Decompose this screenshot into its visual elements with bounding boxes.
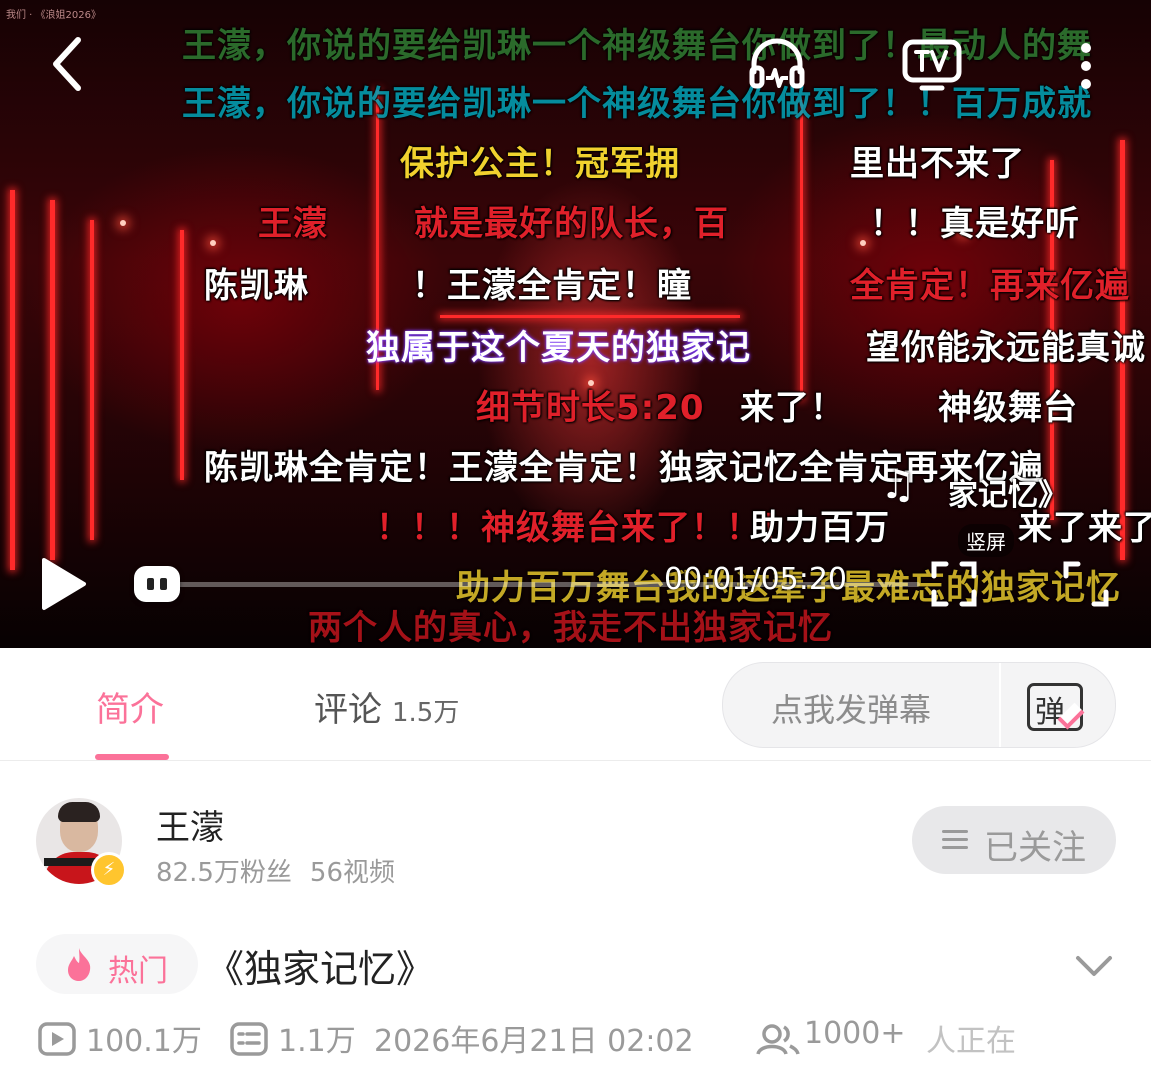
comments-count: 1.5万 (392, 698, 460, 728)
expand-button[interactable] (1072, 948, 1116, 984)
progress-thumb[interactable] (134, 566, 180, 602)
menu-icon (942, 830, 968, 850)
tab-intro[interactable]: 简介 (96, 682, 164, 731)
uploader-name[interactable]: 王濛 (156, 800, 224, 849)
danmaku-comment: 就是最好的队长，百 (414, 204, 729, 244)
stage-neon-left-1 (10, 190, 15, 570)
avatar-hair (58, 802, 100, 822)
play-count-icon (38, 1022, 76, 1056)
tab-bar: 简介 评论 1.5万 点我发弹幕 弹 (0, 648, 1151, 761)
videos-count: 56视频 (309, 858, 395, 888)
video-source-label: 我们 · 《浪姐2026》 (6, 10, 101, 21)
danmaku-count-icon (230, 1022, 268, 1056)
stage-light (120, 220, 126, 226)
divider (999, 663, 1001, 747)
stage-arch (440, 315, 740, 318)
fans-count: 82.5万粉丝 (156, 858, 292, 888)
more-options-button[interactable] (1074, 40, 1098, 96)
danmaku-comment: 陈凯琳 (204, 266, 309, 306)
follow-button-label: 已关注 (984, 828, 1086, 868)
uploader-stats: 82.5万粉丝 56视频 (156, 852, 395, 889)
headphones-icon (749, 38, 805, 89)
fullscreen-icon (931, 561, 977, 607)
chevron-left-icon (53, 37, 81, 91)
danmaku-comment: 助力百万 (750, 508, 890, 548)
stage-neon-left-2 (50, 200, 55, 560)
danmaku-comment: 独属于这个夏天的独家记 (366, 328, 751, 368)
playback-time: 00:01/05:20 (664, 562, 848, 597)
danmaku-comment: 王濛 (258, 204, 328, 244)
thumb-eye (160, 578, 167, 590)
view-count: 100.1万 (86, 1024, 202, 1059)
stage-light (860, 240, 866, 246)
more-vertical-icon (1081, 43, 1091, 89)
back-button[interactable] (44, 32, 94, 96)
danmaku-comment: 神级舞台 (938, 388, 1078, 428)
danmaku-comment: 陈凯琳全肯定！王濛全肯定！独家记忆全肯定再来亿遍 (204, 448, 1044, 488)
danmaku-comment: 全肯定！再来亿遍 (850, 266, 1130, 306)
fullscreen-icon (1063, 561, 1109, 607)
danmaku-comment: ！王濛全肯定！瞳 (412, 266, 692, 306)
publish-date: 2026年6月21日 02:02 (374, 1024, 694, 1059)
danmaku-comment: 里出不来了 (850, 144, 1025, 184)
danmaku-toggle-button[interactable]: 弹 (1025, 677, 1085, 733)
screen-rotate-button[interactable] (930, 560, 978, 608)
users-icon (756, 1024, 800, 1055)
video-player[interactable]: 我们 · 《浪姐2026》 王濛，你说的要给凯琳一个神级舞台你做到了！最动人的舞… (0, 0, 1151, 648)
danmaku-comment: ！！！神级舞台来了！！！ (376, 508, 796, 548)
fullscreen-button[interactable] (1062, 560, 1110, 608)
danmaku-comment: 保护公主！冠军拥 (400, 144, 680, 184)
danmaku-comment: 来了！ (740, 388, 845, 428)
danmaku-comment: ！！真是好听 (870, 204, 1080, 244)
audio-mode-button[interactable] (748, 36, 806, 94)
song-label: 家记忆》 (948, 478, 1068, 513)
lightning-icon: ⚡ (91, 852, 127, 888)
cast-tv-button[interactable] (902, 36, 962, 92)
stage-neon-left-3 (90, 220, 94, 540)
danmaku-comment: 望你能永远能真诚 (866, 328, 1146, 368)
stage-neon-center-2 (800, 100, 803, 400)
play-icon (42, 558, 86, 610)
play-button[interactable] (38, 556, 88, 612)
danmaku-comment: 细节时长5:20 (476, 388, 705, 428)
chevron-down-icon (1076, 956, 1112, 976)
tab-comments-label: 评论 (314, 690, 382, 730)
danmaku-input-placeholder: 点我发弹幕 (771, 691, 932, 729)
danmaku-glyph: 弹 (1035, 695, 1065, 730)
video-title: 《独家记忆》 (206, 947, 435, 991)
danmaku-input[interactable]: 点我发弹幕 弹 (722, 662, 1116, 748)
hot-tag-label: 热门 (108, 954, 168, 989)
music-note-icon: ♫ (880, 462, 916, 508)
vertical-screen-button[interactable]: 竖屏 (958, 524, 1014, 557)
follow-button[interactable]: 已关注 (912, 806, 1116, 874)
danmaku-count: 1.1万 (278, 1024, 356, 1059)
danmaku-comment: 两个人的真心，我走不出独家记忆 (308, 608, 833, 648)
stage-neon-left-4 (180, 230, 184, 480)
tab-comments[interactable]: 评论 1.5万 (314, 682, 459, 731)
flame-icon (68, 948, 91, 981)
tab-active-indicator (95, 754, 169, 760)
watching-suffix: 人正在 (926, 1024, 1016, 1059)
watching-count: 1000+ (804, 1016, 906, 1051)
hot-tag[interactable]: 热门 (36, 934, 198, 994)
tv-icon (902, 39, 962, 91)
stage-light (210, 240, 216, 246)
thumb-eye (147, 578, 154, 590)
